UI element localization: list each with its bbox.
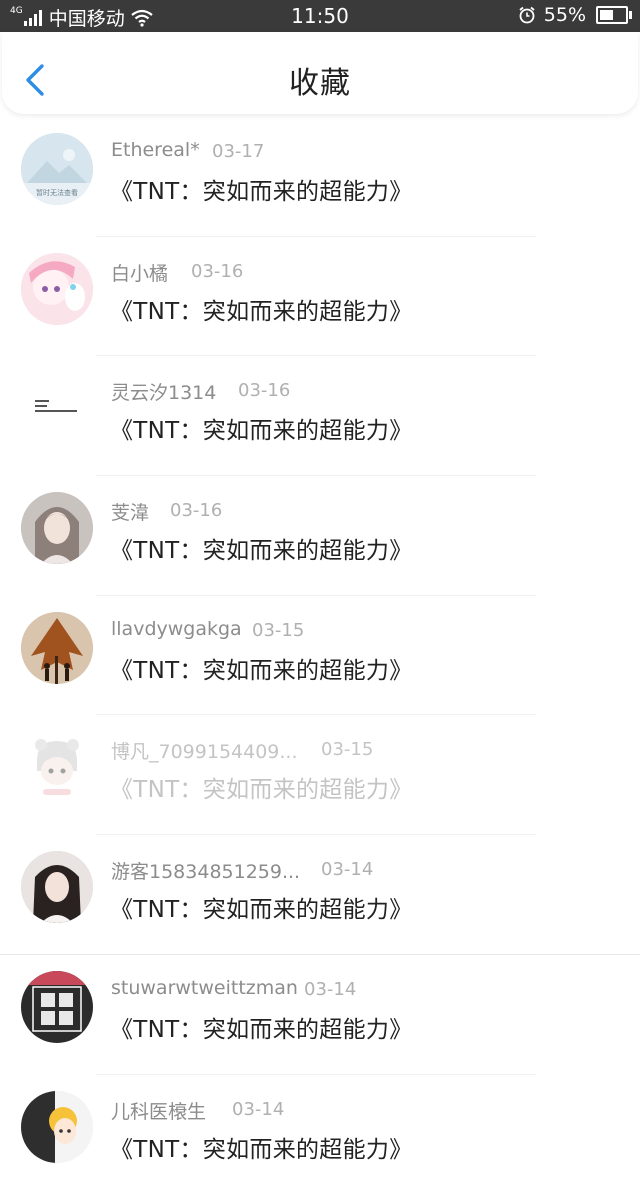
work-title[interactable]: 《TNT：突如而来的超能力》	[110, 1010, 413, 1044]
username: stuwarwtweittzman	[111, 977, 298, 999]
work-title[interactable]: 《TNT：突如而来的超能力》	[110, 651, 413, 685]
username: llavdywgakga	[111, 618, 242, 640]
username: 白小橘	[111, 259, 168, 286]
username: Ethereal*	[111, 139, 200, 161]
date: 03-15	[252, 620, 304, 641]
work-title[interactable]: 《TNT：突如而来的超能力》	[110, 172, 413, 206]
date: 03-16	[238, 380, 290, 401]
avatar[interactable]: 暂时无法查看	[21, 133, 93, 205]
work-title[interactable]: 《TNT：突如而来的超能力》	[110, 770, 413, 804]
favorites-list: 暂时无法查看 Ethereal* 03-17 《TNT：突如而来的超能力》 白小…	[0, 117, 640, 1194]
battery-icon	[596, 6, 628, 24]
date: 03-14	[232, 1099, 284, 1120]
username: 芰湋	[111, 498, 149, 525]
list-item[interactable]: 儿科医榱生 03-14 《TNT：突如而来的超能力》	[0, 1075, 640, 1194]
avatar[interactable]	[21, 1091, 93, 1163]
avatar[interactable]	[21, 971, 93, 1043]
page-title: 收藏	[2, 58, 638, 102]
list-item[interactable]: 游客15834851259... 03-14 《TNT：突如而来的超能力》	[0, 835, 640, 955]
work-title[interactable]: 《TNT：突如而来的超能力》	[110, 411, 413, 445]
username: 灵云汐1314	[111, 378, 216, 405]
avatar[interactable]	[21, 612, 93, 684]
header-bar: 收藏	[2, 32, 638, 114]
list-item[interactable]: stuwarwtweittzman 03-14 《TNT：突如而来的超能力》	[0, 955, 640, 1075]
list-item[interactable]: 暂时无法查看 Ethereal* 03-17 《TNT：突如而来的超能力》	[0, 117, 640, 237]
work-title[interactable]: 《TNT：突如而来的超能力》	[110, 292, 413, 326]
avatar[interactable]	[21, 372, 93, 444]
date: 03-17	[212, 141, 264, 162]
work-title[interactable]: 《TNT：突如而来的超能力》	[110, 531, 413, 565]
work-title[interactable]: 《TNT：突如而来的超能力》	[110, 1130, 413, 1164]
date: 03-16	[191, 261, 243, 282]
avatar[interactable]	[21, 851, 93, 923]
svg-text:暂时无法查看: 暂时无法查看	[36, 188, 78, 197]
list-item[interactable]: 博凡_7099154409... 03-15 《TNT：突如而来的超能力》	[0, 715, 640, 835]
date: 03-15	[321, 739, 373, 760]
list-item[interactable]: llavdywgakga 03-15 《TNT：突如而来的超能力》	[0, 596, 640, 716]
list-item[interactable]: 灵云汐1314 03-16 《TNT：突如而来的超能力》	[0, 356, 640, 476]
username: 儿科医榱生	[111, 1097, 206, 1124]
battery-percent: 55%	[544, 4, 586, 26]
status-bar: 4G 中国移动 11:50 55%	[0, 0, 640, 32]
username: 博凡_7099154409...	[111, 737, 298, 764]
list-item[interactable]: 白小橘 03-16 《TNT：突如而来的超能力》	[0, 237, 640, 357]
avatar[interactable]	[21, 731, 93, 803]
work-title[interactable]: 《TNT：突如而来的超能力》	[110, 890, 413, 924]
status-right: 55%	[518, 4, 628, 26]
date: 03-16	[170, 500, 222, 521]
date: 03-14	[304, 979, 356, 1000]
avatar[interactable]	[21, 253, 93, 325]
username: 游客15834851259...	[111, 857, 300, 884]
avatar[interactable]	[21, 492, 93, 564]
alarm-icon	[518, 6, 536, 24]
date: 03-14	[321, 859, 373, 880]
list-item[interactable]: 芰湋 03-16 《TNT：突如而来的超能力》	[0, 476, 640, 596]
